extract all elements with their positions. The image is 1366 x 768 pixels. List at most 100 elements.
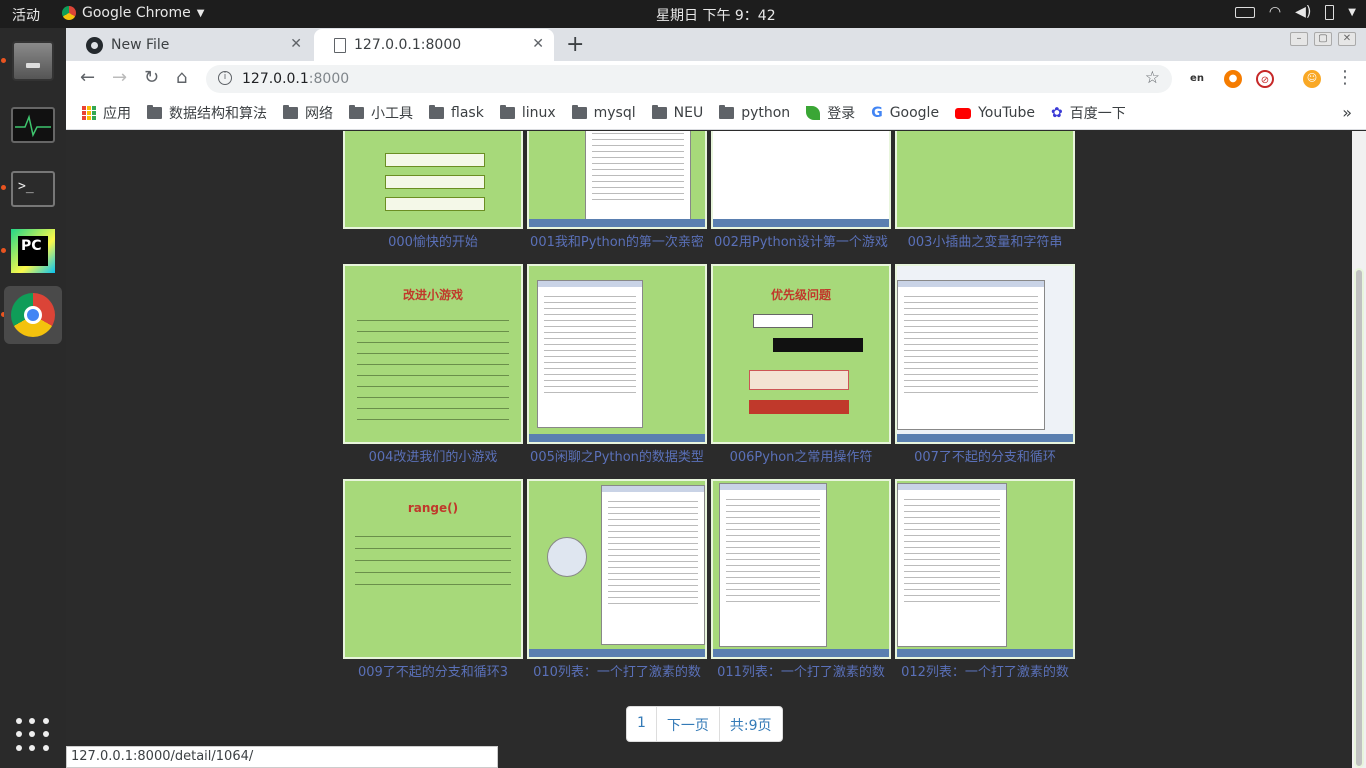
tab-new-file[interactable]: New File ✕ (68, 29, 312, 61)
video-title[interactable]: 006Pyhon之常用操作符 (709, 446, 893, 465)
forward-button[interactable]: → (112, 67, 127, 88)
bookmark-folder[interactable]: python (719, 105, 790, 121)
tab-localhost[interactable]: 127.0.0.1:8000 ✕ (314, 29, 554, 61)
video-thumbnail[interactable] (343, 131, 523, 229)
video-card[interactable]: 012列表：一个打了激素的数 (895, 479, 1075, 685)
video-thumbnail[interactable] (895, 131, 1075, 229)
video-card[interactable]: 005闲聊之Python的数据类型 (527, 264, 707, 470)
video-title[interactable]: 003小插曲之变量和字符串 (893, 231, 1077, 250)
chrome-window: New File ✕ 127.0.0.1:8000 ✕ + – ▢ ✕ ← → … (66, 28, 1366, 768)
baidu-paw-icon: ✿ (1051, 105, 1063, 121)
video-card[interactable]: 001我和Python的第一次亲密 (527, 131, 707, 255)
video-card[interactable]: 007了不起的分支和循环 (895, 264, 1075, 470)
video-thumbnail[interactable] (527, 131, 707, 229)
bookmark-label: 登录 (827, 106, 856, 122)
chevron-down-icon: ▼ (196, 7, 205, 19)
bookmark-star-icon[interactable]: ☆ (1145, 68, 1160, 88)
close-icon[interactable]: ✕ (532, 36, 544, 52)
video-title[interactable]: 012列表：一个打了激素的数 (893, 661, 1077, 680)
video-thumbnail[interactable] (711, 131, 891, 229)
video-title[interactable]: 004改进我们的小游戏 (341, 446, 525, 465)
profile-avatar[interactable]: ☺ (1303, 70, 1321, 88)
video-title[interactable]: 011列表：一个打了激素的数 (709, 661, 893, 680)
bookmark-apps[interactable]: 应用 (82, 103, 131, 123)
next-page-link[interactable]: 下一页 (657, 707, 720, 741)
video-title[interactable]: 000愉快的开始 (341, 231, 525, 250)
extension-block-icon[interactable]: ⊘ (1256, 70, 1274, 88)
bookmark-google[interactable]: G Google (871, 105, 939, 121)
bookmark-folder[interactable]: 数据结构和算法 (147, 103, 267, 123)
page-1-link[interactable]: 1 (627, 707, 657, 741)
address-bar[interactable]: i 127.0.0.1:8000 ☆ (206, 65, 1172, 93)
new-tab-button[interactable]: + (566, 32, 584, 57)
pycharm-launcher[interactable]: PC (4, 222, 62, 280)
video-thumbnail[interactable] (711, 479, 891, 659)
activities-button[interactable]: 活动 (12, 5, 40, 25)
bookmark-folder[interactable]: flask (429, 105, 484, 121)
bookmark-folder[interactable]: 小工具 (349, 103, 413, 123)
app-name: Google Chrome (82, 5, 191, 21)
video-thumbnail[interactable] (895, 479, 1075, 659)
more-bookmarks-icon[interactable]: » (1342, 103, 1352, 122)
show-applications-icon[interactable] (16, 718, 50, 752)
terminal-launcher[interactable]: >_ (4, 160, 62, 218)
page-icon (334, 37, 346, 53)
close-icon[interactable]: ✕ (290, 36, 302, 52)
system-tray[interactable]: ◠ ◀) ▼ (1234, 4, 1356, 20)
video-card[interactable]: range() 009了不起的分支和循环3 (343, 479, 523, 685)
video-thumbnail[interactable] (527, 479, 707, 659)
bookmark-login[interactable]: 登录 (806, 103, 855, 123)
chrome-launcher[interactable] (4, 286, 62, 344)
video-card[interactable]: 003小插曲之变量和字符串 (895, 131, 1075, 255)
video-card[interactable]: 002用Python设计第一个游戏 (711, 131, 891, 255)
extension-orange-icon[interactable]: ● (1224, 70, 1242, 88)
info-icon[interactable]: i (218, 71, 232, 85)
maximize-button[interactable]: ▢ (1314, 32, 1332, 46)
back-button[interactable]: ← (80, 67, 95, 88)
page-scrollbar[interactable] (1352, 131, 1366, 768)
video-title[interactable]: 005闲聊之Python的数据类型 (525, 446, 709, 465)
minimize-button[interactable]: – (1290, 32, 1308, 46)
video-title[interactable]: 002用Python设计第一个游戏 (709, 231, 893, 250)
files-launcher[interactable] (4, 32, 62, 90)
tab-strip: New File ✕ 127.0.0.1:8000 ✕ + – ▢ ✕ (66, 28, 1366, 61)
home-button[interactable]: ⌂ (176, 67, 187, 88)
slide-title: 优先级问题 (770, 288, 831, 302)
tab-title: New File (111, 37, 170, 53)
bookmarks-bar: 应用 数据结构和算法 网络 小工具 flask linux mysql NEU … (66, 97, 1366, 130)
bookmark-label: 数据结构和算法 (169, 106, 267, 122)
bookmark-label: flask (451, 105, 484, 121)
video-thumbnail[interactable]: range() (343, 479, 523, 659)
video-title[interactable]: 001我和Python的第一次亲密 (525, 231, 709, 250)
video-thumbnail[interactable]: 优先级问题 (711, 264, 891, 444)
close-window-button[interactable]: ✕ (1338, 32, 1356, 46)
video-card[interactable]: 011列表：一个打了激素的数 (711, 479, 891, 685)
clock[interactable]: 星期日 下午 9：42 (656, 5, 776, 25)
bookmark-folder[interactable]: mysql (571, 105, 636, 121)
video-thumbnail[interactable] (895, 264, 1075, 444)
bookmark-baidu[interactable]: ✿ 百度一下 (1051, 103, 1126, 123)
bookmark-folder[interactable]: NEU (651, 105, 704, 121)
menu-icon[interactable]: ⋮ (1336, 67, 1354, 88)
scrollbar-thumb[interactable] (1354, 268, 1364, 768)
battery-icon (1325, 4, 1335, 20)
bookmark-folder[interactable]: 网络 (283, 103, 333, 123)
slide-title: 改进小游戏 (402, 288, 463, 302)
bookmark-folder[interactable]: linux (499, 105, 556, 121)
system-monitor-launcher[interactable] (4, 96, 62, 154)
bookmark-youtube[interactable]: YouTube (955, 105, 1035, 121)
reload-button[interactable]: ↻ (144, 67, 159, 88)
video-card[interactable]: 改进小游戏 004改进我们的小游戏 (343, 264, 523, 470)
translate-extension-icon[interactable]: en (1188, 70, 1206, 88)
video-thumbnail[interactable]: 改进小游戏 (343, 264, 523, 444)
app-menu[interactable]: Google Chrome ▼ (62, 5, 204, 21)
video-thumbnail[interactable] (527, 264, 707, 444)
video-card[interactable]: 优先级问题 006Pyhon之常用操作符 (711, 264, 891, 470)
video-card[interactable]: 010列表：一个打了激素的数 (527, 479, 707, 685)
video-card[interactable]: 000愉快的开始 (343, 131, 523, 255)
video-title[interactable]: 009了不起的分支和循环3 (341, 661, 525, 680)
status-bubble: 127.0.0.1:8000/detail/1064/ (66, 746, 498, 768)
video-title[interactable]: 010列表：一个打了激素的数 (525, 661, 709, 680)
video-title[interactable]: 007了不起的分支和循环 (893, 446, 1077, 465)
bookmark-label: NEU (673, 105, 704, 121)
